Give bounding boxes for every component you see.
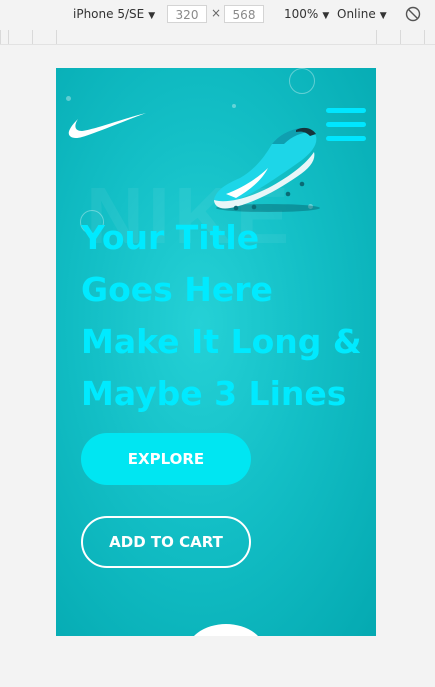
decorative-dot	[66, 96, 71, 101]
decorative-circle	[289, 68, 315, 94]
device-viewport: NIKE Your Title Goes Here Make It Long &…	[56, 68, 376, 636]
chevron-down-icon: ▼	[379, 11, 387, 21]
sneaker-image	[214, 127, 320, 212]
ruler-segment[interactable]	[400, 30, 424, 44]
hero-title-line: Your Title	[81, 218, 260, 257]
ruler-segment[interactable]	[376, 30, 400, 44]
hamburger-menu-icon[interactable]	[326, 108, 366, 142]
width-input[interactable]: 320	[167, 5, 207, 23]
zoom-select-label: 100%	[284, 7, 319, 21]
ruler-segment[interactable]	[0, 30, 8, 44]
hero-title-line: Make It Long &	[81, 322, 362, 361]
explore-button[interactable]: EXPLORE	[81, 433, 251, 485]
hero-title-line: Goes Here	[81, 270, 273, 309]
media-query-ruler	[0, 30, 435, 45]
ruler-segment[interactable]	[8, 30, 32, 44]
height-input[interactable]: 568	[224, 5, 264, 23]
dimension-separator: ×	[211, 6, 222, 20]
menu-bar	[326, 108, 366, 113]
devtools-toolbar: iPhone 5/SE ▼ 320 × 568 100% ▼ Online ▼	[0, 0, 435, 31]
hero-title-line: Maybe 3 Lines	[81, 374, 347, 413]
rotate-icon[interactable]	[405, 6, 421, 22]
scroll-down-button[interactable]	[186, 624, 266, 636]
ruler-segment[interactable]	[32, 30, 56, 44]
add-to-cart-button[interactable]: ADD TO CART	[81, 516, 251, 568]
device-select[interactable]: iPhone 5/SE ▼	[73, 7, 155, 21]
menu-bar	[326, 122, 366, 127]
network-select-label: Online	[337, 7, 376, 21]
ruler-segment[interactable]	[424, 30, 435, 44]
chevron-down-icon: ▼	[148, 11, 156, 21]
nike-logo[interactable]	[66, 111, 148, 141]
hero-title: Your Title Goes Here Make It Long & Mayb…	[81, 212, 371, 420]
device-select-label: iPhone 5/SE	[73, 7, 145, 21]
zoom-select[interactable]: 100% ▼	[284, 7, 329, 21]
chevron-down-icon: ▼	[322, 11, 330, 21]
menu-bar	[326, 136, 366, 141]
ruler-segment[interactable]	[56, 30, 376, 44]
network-select[interactable]: Online ▼	[337, 7, 387, 21]
